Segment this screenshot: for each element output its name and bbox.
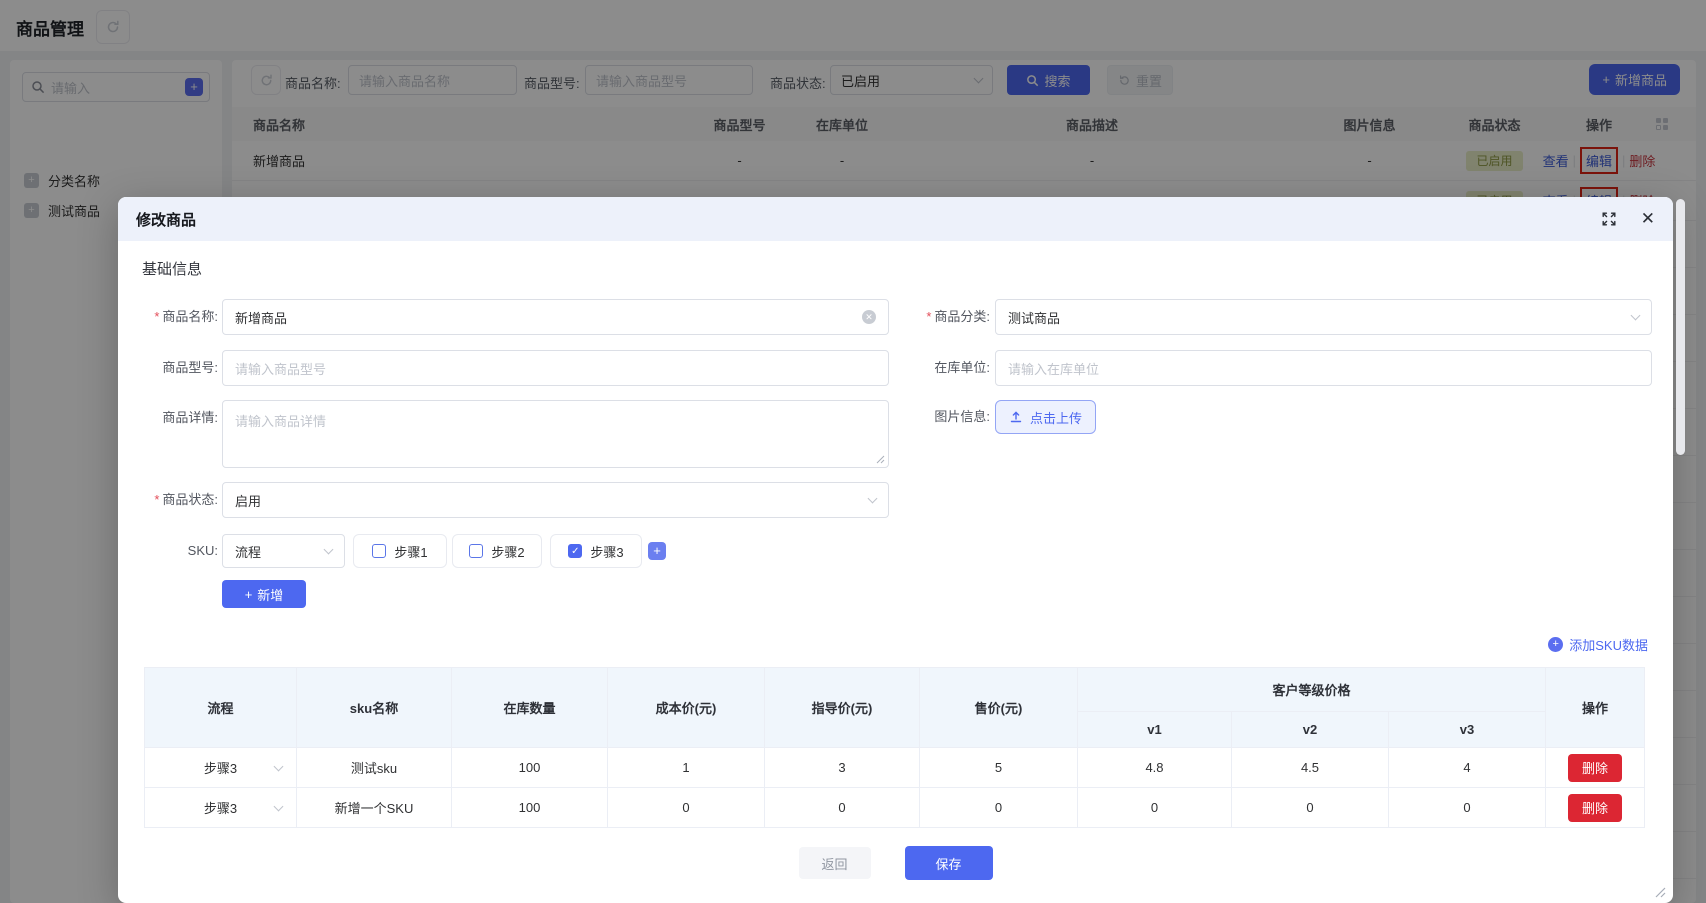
resize-handle-icon[interactable] xyxy=(876,455,885,464)
detail-label: 商品详情: xyxy=(162,410,218,425)
close-icon[interactable]: ✕ xyxy=(1641,209,1655,229)
add-step-button[interactable]: + xyxy=(648,542,666,560)
sku-guide-cell[interactable]: 3 xyxy=(764,747,920,788)
sku-flow-select[interactable]: 步骤3 xyxy=(144,747,297,788)
sku-v2-cell[interactable]: 0 xyxy=(1231,787,1389,828)
sku-v1-cell[interactable]: 4.8 xyxy=(1077,747,1232,788)
checkbox-unchecked[interactable] xyxy=(372,544,387,558)
sku-cost-cell[interactable]: 0 xyxy=(607,787,765,828)
modal-resize-handle[interactable] xyxy=(1654,886,1666,898)
sku-table: 流程 sku名称 在库数量 成本价(元) 指导价(元) 售价(元) 客户等级价格… xyxy=(144,667,1646,828)
modal-title: 修改商品 xyxy=(136,211,197,229)
chevron-down-icon xyxy=(273,801,284,811)
clear-icon[interactable]: ✕ xyxy=(862,310,876,324)
sku-step-checkbox-2[interactable]: 步骤2 xyxy=(452,534,542,568)
sku-price-cell[interactable]: 5 xyxy=(919,747,1078,788)
status-value: 启用 xyxy=(235,493,262,509)
fullscreen-icon[interactable] xyxy=(1601,211,1617,227)
sku-flow-value: 流程 xyxy=(235,544,262,560)
column-group-header: 客户等级价格 xyxy=(1076,667,1547,712)
product-name-value: 新增商品 xyxy=(235,310,288,326)
category-select[interactable]: 测试商品 xyxy=(995,299,1652,335)
column-header: 指导价(元) xyxy=(764,667,920,748)
sku-v1-cell[interactable]: 0 xyxy=(1077,787,1232,828)
category-label: * 商品分类: xyxy=(926,309,990,324)
column-header: v2 xyxy=(1231,711,1389,748)
category-value: 测试商品 xyxy=(1008,310,1061,326)
sku-stock-cell[interactable]: 100 xyxy=(451,747,608,788)
unit-label: 在库单位: xyxy=(934,360,990,375)
product-name-label: * 商品名称: xyxy=(154,309,218,324)
sku-stock-cell[interactable]: 100 xyxy=(451,787,608,828)
sku-flow-select[interactable]: 流程 xyxy=(222,534,345,568)
model-label: 商品型号: xyxy=(162,360,218,375)
model-input[interactable]: 请输入商品型号 xyxy=(222,350,889,386)
required-mark: * xyxy=(154,309,160,324)
sku-step-checkbox-1[interactable]: 步骤1 xyxy=(353,534,447,568)
checkbox-checked[interactable]: ✓ xyxy=(568,544,583,558)
chevron-down-icon xyxy=(867,493,878,503)
chevron-down-icon xyxy=(273,761,284,771)
required-mark: * xyxy=(154,492,160,507)
product-name-input[interactable]: 新增商品 ✕ xyxy=(222,299,889,335)
column-header: v3 xyxy=(1387,711,1547,748)
sku-name-cell[interactable]: 测试sku xyxy=(296,747,452,788)
chevron-down-icon xyxy=(323,544,334,554)
model-placeholder: 请输入商品型号 xyxy=(235,361,327,377)
sku-label: SKU: xyxy=(187,543,218,558)
chevron-down-icon xyxy=(1630,310,1641,320)
sku-flow-select[interactable]: 步骤3 xyxy=(144,787,297,828)
column-header: 操作 xyxy=(1545,667,1646,748)
circle-plus-icon: + xyxy=(1548,637,1564,652)
column-header: 成本价(元) xyxy=(607,667,765,748)
upload-icon xyxy=(1010,411,1022,423)
image-label: 图片信息: xyxy=(934,409,990,424)
status-select[interactable]: 启用 xyxy=(222,482,889,518)
sku-row: 步骤3 测试sku 100 1 3 5 4.8 4.5 4 删除 xyxy=(144,747,1646,788)
section-title: 基础信息 xyxy=(142,261,203,278)
sku-v3-cell[interactable]: 4 xyxy=(1387,747,1547,788)
sku-v2-cell[interactable]: 4.5 xyxy=(1231,747,1389,788)
column-header: 售价(元) xyxy=(919,667,1078,748)
sku-guide-cell[interactable]: 0 xyxy=(764,787,920,828)
sku-name-cell[interactable]: 新增一个SKU xyxy=(296,787,452,828)
scrollbar-thumb[interactable] xyxy=(1676,199,1685,455)
detail-placeholder: 请输入商品详情 xyxy=(235,414,327,429)
required-mark: * xyxy=(926,309,932,324)
checkbox-unchecked[interactable] xyxy=(469,544,484,558)
modal-header: 修改商品 ✕ xyxy=(118,197,1673,241)
edit-product-modal: 修改商品 ✕ 基础信息 * 商品名称: 新增商品 ✕ * 商品分类: 测试商品 商品… xyxy=(118,197,1673,903)
delete-sku-button[interactable]: 删除 xyxy=(1568,753,1623,782)
step-label: 步骤2 xyxy=(491,544,525,560)
unit-input[interactable]: 请输入在库单位 xyxy=(995,350,1652,386)
add-sku-data-link[interactable]: + 添加SKU数据 xyxy=(1548,635,1648,654)
column-header: v1 xyxy=(1077,711,1232,748)
save-button[interactable]: 保存 xyxy=(904,846,993,880)
column-header: 在库数量 xyxy=(451,667,608,748)
sku-price-cell[interactable]: 0 xyxy=(919,787,1078,828)
upload-button[interactable]: 点击上传 xyxy=(995,400,1097,434)
add-sku-row-button[interactable]: + 新增 xyxy=(222,580,306,608)
step-label: 步骤1 xyxy=(394,544,428,560)
sku-step-checkbox-3[interactable]: ✓ 步骤3 xyxy=(550,534,642,568)
column-header: sku名称 xyxy=(296,667,452,748)
sku-cost-cell[interactable]: 1 xyxy=(607,747,765,788)
column-header: 流程 xyxy=(144,667,297,748)
status-label: * 商品状态: xyxy=(154,492,218,507)
step-label: 步骤3 xyxy=(590,544,624,560)
plus-icon: + xyxy=(244,586,253,602)
sku-row: 步骤3 新增一个SKU 100 0 0 0 0 0 0 删除 xyxy=(144,787,1646,828)
unit-placeholder: 请输入在库单位 xyxy=(1008,361,1100,377)
sku-v3-cell[interactable]: 0 xyxy=(1387,787,1547,828)
delete-sku-button[interactable]: 删除 xyxy=(1568,793,1623,822)
back-button[interactable]: 返回 xyxy=(798,847,871,879)
detail-textarea[interactable]: 请输入商品详情 xyxy=(222,400,889,468)
